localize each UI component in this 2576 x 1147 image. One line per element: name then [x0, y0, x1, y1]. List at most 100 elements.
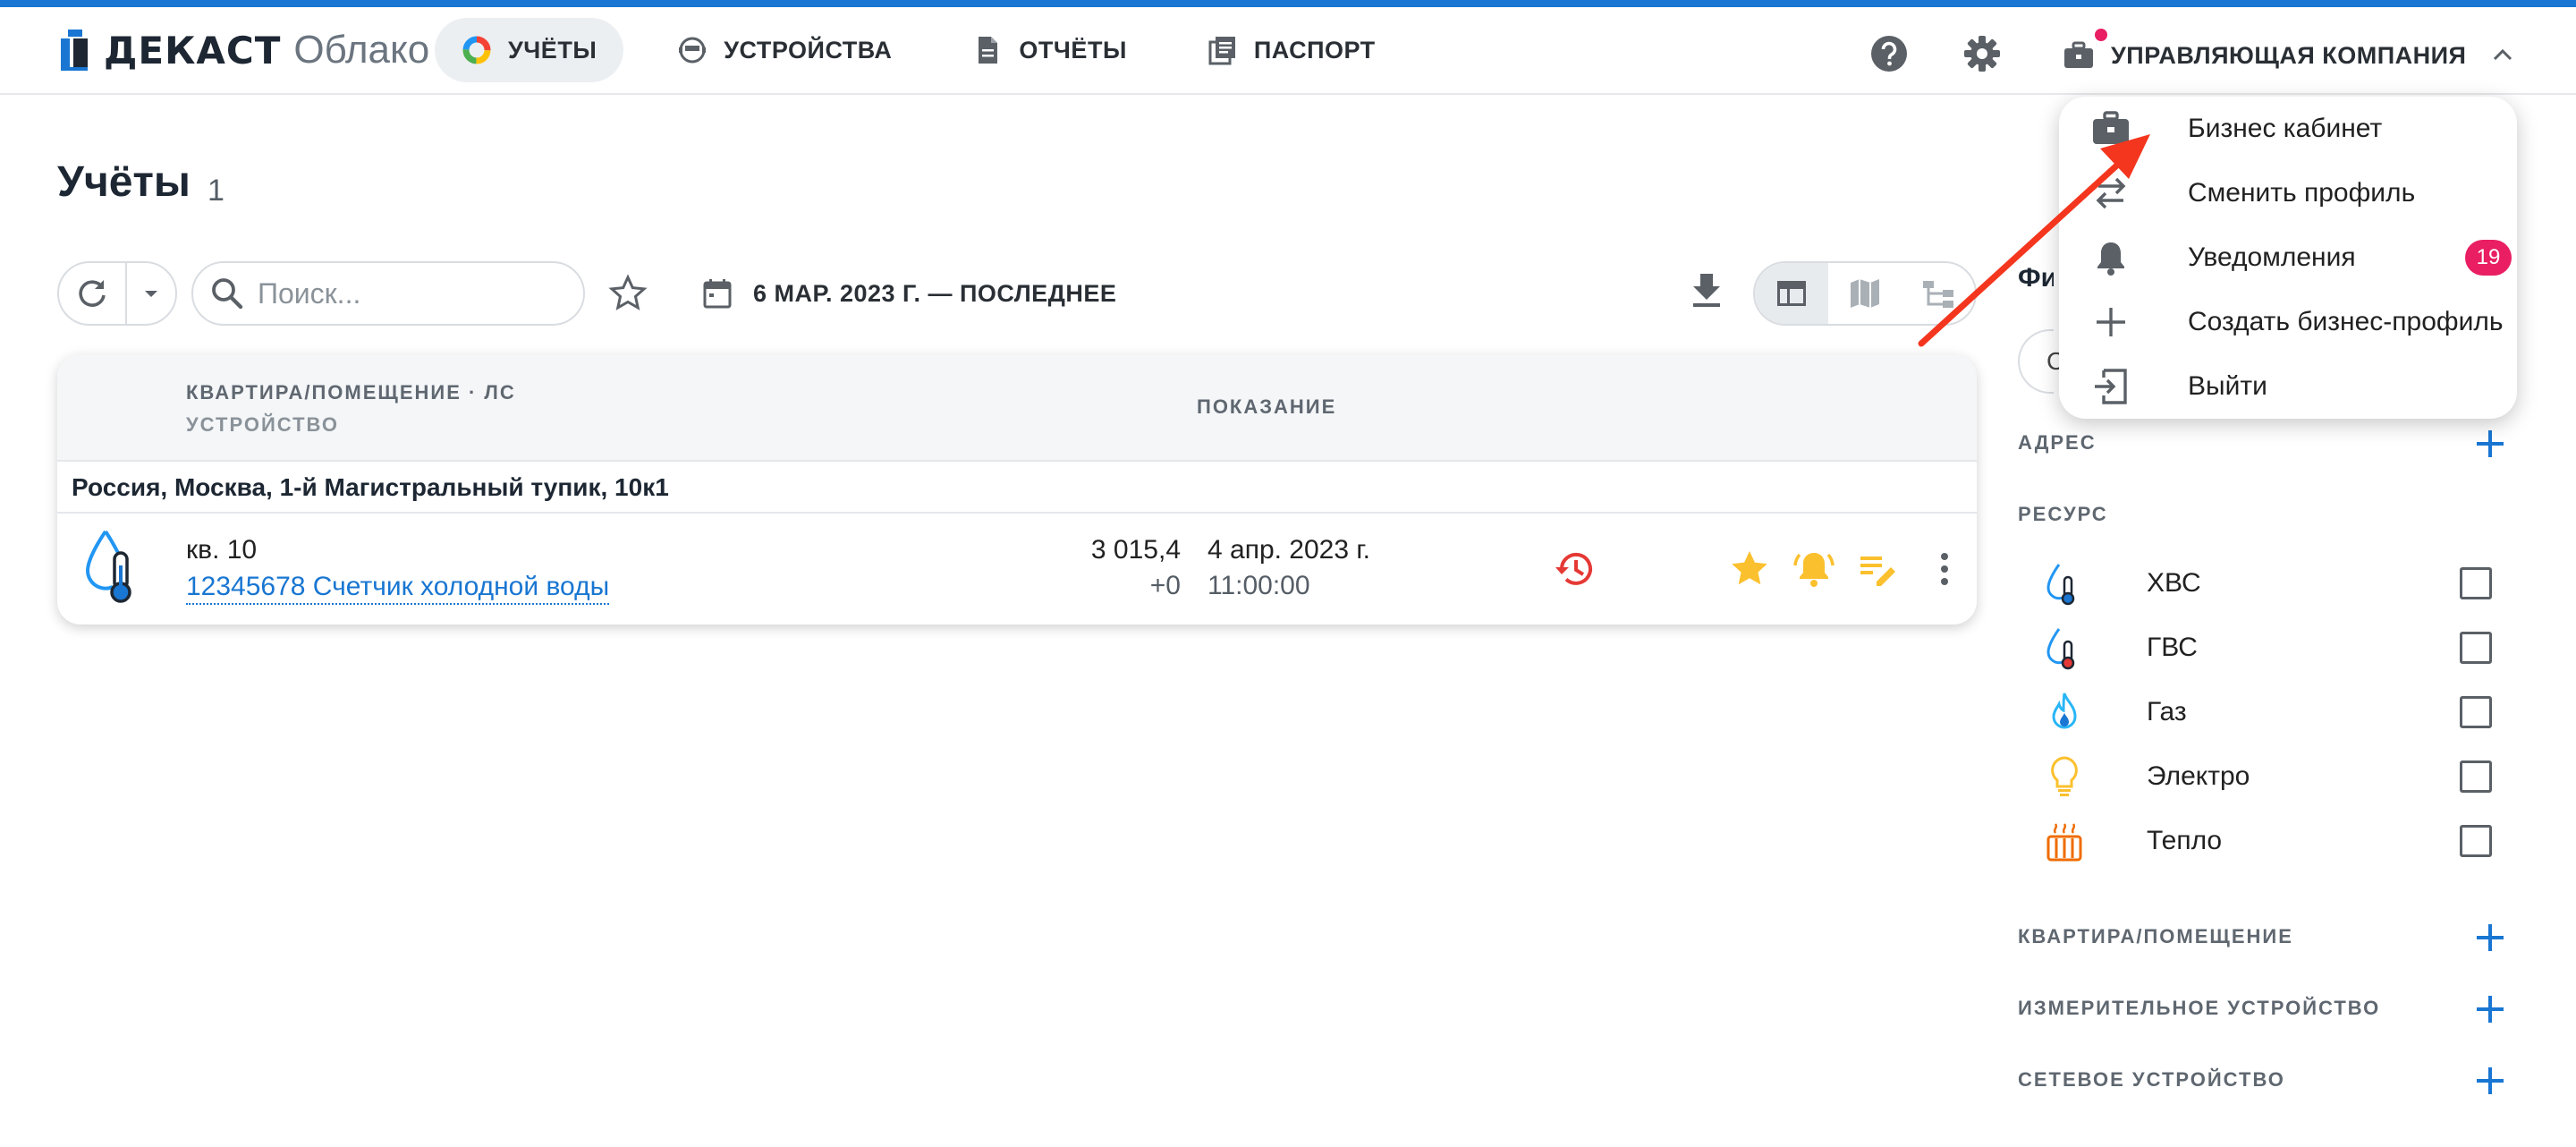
- nav-tab-accounts[interactable]: УЧЁТЫ: [435, 18, 624, 82]
- map-view-icon: [1851, 279, 1879, 308]
- column-header-device[interactable]: УСТРОЙСТВО: [186, 413, 339, 437]
- resource-label: Газ: [2147, 697, 2187, 726]
- filter-section-address: АДРЕС: [2018, 431, 2097, 454]
- add-apartment-filter-icon[interactable]: [2472, 920, 2508, 956]
- view-tree-button[interactable]: [1902, 263, 1975, 324]
- favorite-star-icon[interactable]: [1728, 548, 1771, 590]
- search-input[interactable]: [258, 276, 562, 310]
- address-group-row: Россия, Москва, 1-й Магистральный тупик,…: [57, 463, 1977, 514]
- resource-label: ГВС: [2147, 633, 2198, 662]
- logo-mark-icon: [61, 30, 88, 71]
- page-title: Учёты: [57, 158, 191, 206]
- refresh-icon: [79, 280, 106, 307]
- favorites-star-icon[interactable]: [608, 274, 648, 313]
- hot-water-icon: [2046, 628, 2075, 670]
- document-icon: [979, 37, 998, 64]
- menu-item-create-business-profile[interactable]: Создать бизнес-профиль: [2059, 290, 2517, 354]
- view-map-button[interactable]: [1828, 263, 1902, 324]
- bell-icon: [2097, 242, 2124, 276]
- cold-water-icon: [85, 530, 131, 603]
- top-accent-stripe: [0, 0, 2576, 7]
- radiator-icon: [2046, 823, 2082, 862]
- meter-icon: [679, 37, 707, 64]
- app-header: ДЕКАСТ Облако УЧЁТЫ УСТРОЙСТВА ОТЧЁТЫ ПА…: [0, 7, 2576, 95]
- reading-delta: +0: [1149, 571, 1181, 600]
- resource-checkbox[interactable]: [2460, 760, 2492, 793]
- lightbulb-icon: [2051, 756, 2078, 796]
- more-options-icon[interactable]: [1923, 548, 1966, 590]
- cold-water-icon: [2046, 564, 2075, 606]
- briefcase-icon: [2064, 41, 2093, 68]
- column-header-reading[interactable]: ПОКАЗАНИЕ: [1197, 395, 1336, 419]
- date-range-label: 6 МАР. 2023 Г. — ПОСЛЕДНЕЕ: [753, 279, 1117, 307]
- resource-filter-item[interactable]: ХВС: [2045, 558, 2519, 608]
- gear-icon[interactable]: [1962, 34, 2002, 73]
- resource-checkbox[interactable]: [2460, 825, 2492, 857]
- nav-tab-reports[interactable]: ОТЧЁТЫ: [945, 18, 1153, 82]
- company-menu-button[interactable]: УПРАВЛЯЮЩАЯ КОМПАНИЯ: [2063, 23, 2516, 88]
- resource-checkbox[interactable]: [2460, 696, 2492, 728]
- company-label: УПРАВЛЯЮЩАЯ КОМПАНИЯ: [2111, 41, 2467, 69]
- refresh-button-group: [57, 261, 177, 326]
- resource-label: Тепло: [2147, 826, 2223, 855]
- menu-item-label: Бизнес кабинет: [2188, 114, 2383, 143]
- resource-filter-item[interactable]: Электро: [2045, 752, 2519, 802]
- view-switcher: [1753, 261, 1977, 326]
- add-address-filter-icon[interactable]: [2472, 426, 2508, 462]
- briefcase-icon: [2093, 111, 2129, 144]
- plus-icon: [2097, 308, 2125, 336]
- logout-icon: [2095, 369, 2127, 404]
- menu-item-label: Создать бизнес-профиль: [2188, 307, 2504, 336]
- table-row[interactable]: кв. 10 12345678 Счетчик холодной воды 3 …: [57, 515, 1977, 624]
- filters-title: Фильтры: [2018, 263, 2054, 293]
- resource-filter-item[interactable]: Тепло: [2045, 816, 2519, 866]
- apartment-label: кв. 10: [186, 535, 258, 565]
- add-measuring-device-filter-icon[interactable]: [2472, 991, 2508, 1027]
- menu-item-label: Уведомления: [2188, 242, 2356, 272]
- date-range-button[interactable]: 6 МАР. 2023 Г. — ПОСЛЕДНЕЕ: [701, 268, 1116, 319]
- nav-tab-label: УСТРОЙСТВА: [724, 36, 893, 64]
- menu-item-business-cabinet[interactable]: Бизнес кабинет: [2059, 97, 2517, 161]
- logo-subtitle: Облако: [293, 28, 430, 72]
- history-icon[interactable]: [1553, 548, 1596, 590]
- nav-tab-label: УЧЁТЫ: [508, 36, 597, 64]
- column-header-apartment[interactable]: КВАРТИРА/ПОМЕЩЕНИЕ · ЛС: [186, 381, 516, 404]
- alarm-bell-icon[interactable]: [1792, 548, 1835, 590]
- nav-tab-devices[interactable]: УСТРОЙСТВА: [650, 18, 919, 82]
- filter-section-resource: РЕСУРС: [2018, 503, 2108, 525]
- gas-flame-icon: [2052, 692, 2077, 729]
- menu-item-switch-profile[interactable]: Сменить профиль: [2059, 161, 2517, 225]
- resource-filter-item[interactable]: Газ: [2045, 687, 2519, 737]
- menu-item-logout[interactable]: Выйти: [2059, 354, 2517, 419]
- filter-section-network-device: СЕТЕВОЕ УСТРОЙСТВО: [2018, 1068, 2285, 1091]
- resource-filter-item[interactable]: ГВС: [2045, 623, 2519, 673]
- search-icon: [212, 278, 243, 310]
- refresh-button[interactable]: [59, 263, 127, 324]
- accounts-table: КВАРТИРА/ПОМЕЩЕНИЕ · ЛС УСТРОЙСТВО ПОКАЗ…: [57, 354, 1977, 624]
- menu-item-label: Сменить профиль: [2188, 178, 2416, 208]
- caret-down-icon: [145, 291, 157, 297]
- swap-icon: [2096, 177, 2126, 209]
- refresh-options-dropdown[interactable]: [127, 283, 175, 304]
- search-box: [191, 261, 585, 326]
- resource-checkbox[interactable]: [2460, 632, 2492, 664]
- resource-label: ХВС: [2147, 568, 2201, 598]
- passport-icon: [1208, 37, 1235, 65]
- menu-item-label: Выйти: [2188, 371, 2267, 401]
- filter-field[interactable]: С: [2018, 329, 2064, 394]
- table-header: КВАРТИРА/ПОМЕЩЕНИЕ · ЛС УСТРОЙСТВО ПОКАЗ…: [57, 354, 1977, 462]
- table-view-icon: [1777, 281, 1806, 306]
- menu-item-notifications[interactable]: Уведомления 19: [2059, 225, 2517, 290]
- view-table-button[interactable]: [1755, 263, 1828, 324]
- edit-notes-icon[interactable]: [1857, 548, 1900, 590]
- download-icon[interactable]: [1687, 270, 1726, 310]
- logo[interactable]: ДЕКАСТ Облако: [57, 25, 429, 75]
- device-link[interactable]: 12345678 Счетчик холодной воды: [186, 571, 610, 605]
- page-count: 1: [208, 174, 225, 208]
- nav-tab-passport[interactable]: ПАСПОРТ: [1181, 18, 1402, 82]
- resource-checkbox[interactable]: [2460, 567, 2492, 599]
- add-network-device-filter-icon[interactable]: [2472, 1063, 2508, 1099]
- help-icon[interactable]: [1869, 34, 1909, 73]
- notifications-badge: 19: [2465, 240, 2512, 276]
- notification-dot: [2095, 29, 2107, 41]
